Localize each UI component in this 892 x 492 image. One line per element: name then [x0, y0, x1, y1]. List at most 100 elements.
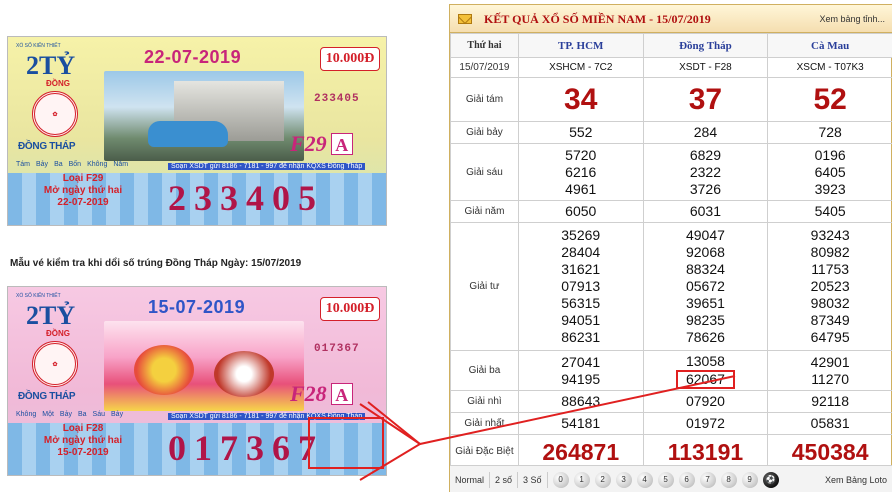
prize-number: 5720 [565, 146, 597, 163]
prize-number: 93243 [810, 227, 850, 243]
digit-ball-6[interactable]: 6 [678, 471, 695, 488]
ticket-type: Loại F29 Mở ngày thứ hai 22-07-2019 [43, 173, 123, 208]
tab-2-so[interactable]: 2 số [490, 471, 519, 488]
digit-ball-4[interactable]: 4 [636, 471, 653, 488]
prize-number: 39651 [685, 295, 725, 311]
digit-ball-9[interactable]: 9 [741, 471, 758, 488]
prize-number: 2322 [689, 163, 722, 180]
results-table: Thứ hai TP. HCM Đồng Tháp Cà Mau 15/07/2… [450, 33, 892, 469]
province-link-ca-mau[interactable]: Cà Mau [767, 33, 892, 58]
prize-number: 3726 [689, 180, 722, 197]
digit-ball-2[interactable]: 2 [594, 471, 611, 488]
digit-ball-8[interactable]: 8 [720, 471, 737, 488]
tab-3-so[interactable]: 3 Số [518, 471, 548, 488]
ticket-logo: XỔ SỐ KIẾN THIẾT 2TỶ ĐỒNG ✿ ĐỒNG THÁP [12, 291, 98, 402]
prize-number: 64795 [810, 329, 850, 345]
prize-number: 92068 [685, 244, 725, 260]
logo-dong: ĐỒNG [46, 329, 70, 338]
day-label: Thứ hai [450, 33, 519, 58]
prize-number: 284 [693, 124, 718, 140]
lottery-ticket-image-2: XỔ SỐ KIẾN THIẾT 2TỶ ĐỒNG ✿ ĐỒNG THÁP 15… [7, 286, 387, 476]
prize-number: 78626 [685, 329, 725, 345]
seal-icon: ✿ [32, 341, 78, 387]
prize-number: 4961 [565, 180, 597, 197]
ticket-code: F29 A [290, 131, 353, 157]
prize-number: 98235 [685, 312, 725, 328]
ticket-date: 15-07-2019 [148, 297, 246, 317]
digit-ball-7[interactable]: 7 [699, 471, 716, 488]
prize-number: 01972 [685, 415, 725, 431]
ticket-province: ĐỒNG THÁP [18, 391, 76, 402]
prize-number: 34 [564, 82, 598, 116]
prize-number: 52 [813, 82, 847, 116]
draw-date: 15/07/2019 [450, 57, 519, 78]
ticket-date: 22-07-2019 [144, 47, 242, 67]
view-loto-link[interactable]: Xem Bảng Loto [825, 475, 892, 485]
prize-number: 6405 [814, 163, 846, 180]
prize-number: 88324 [685, 261, 725, 277]
view-province-link[interactable]: Xem bảng tỉnh... [819, 14, 885, 24]
prize-label: Giải ba [450, 350, 519, 391]
prize-number: 88643 [561, 393, 601, 409]
prize-number: 07913 [561, 278, 601, 294]
logo-dong: ĐỒNG [46, 79, 70, 88]
logo-2ty: 2TỶ [26, 301, 76, 330]
seal-icon: ✿ [32, 91, 78, 137]
results-title: KẾT QUẢ XỔ SỐ MIỀN NAM - 15/07/2019 [484, 12, 711, 26]
ticket-caption: Mẫu vé kiểm tra khi dổi số trúng Đồng Th… [10, 258, 302, 269]
prize-number: 05831 [810, 415, 850, 431]
logo-2ty: 2TỶ [26, 51, 76, 80]
ticket-serial-small: 233405 [314, 93, 360, 105]
prize-label: Giải nhì [450, 390, 519, 413]
prize-number: 54181 [561, 415, 601, 431]
province-link-hcm[interactable]: TP. HCM [517, 33, 644, 58]
ticket-serial-small: 017367 [314, 343, 360, 355]
prize-number: 552 [569, 124, 593, 140]
prize-number: 11753 [811, 261, 850, 277]
ticket-number: 233405 [168, 178, 324, 218]
results-header: KẾT QUẢ XỔ SỐ MIỀN NAM - 15/07/2019 Xem … [450, 5, 892, 33]
prize-number: 42901 [810, 353, 850, 370]
ticket-number: 017367 [168, 428, 324, 468]
digit-ball-1[interactable]: 1 [573, 471, 590, 488]
prize-label: Giải sáu [450, 143, 519, 201]
ticket-price: 10.000Đ [320, 47, 380, 71]
prize-label: Giải năm [450, 200, 519, 223]
prize-label: Giải bảy [450, 121, 519, 144]
tab-normal[interactable]: Normal [450, 471, 491, 488]
special-prize-number: 113191 [667, 438, 744, 465]
prize-number: 80982 [810, 244, 850, 260]
ticket-code: F28 A [290, 381, 353, 407]
special-prize-number: 264871 [542, 438, 620, 465]
prize-number: 0196 [814, 146, 846, 163]
draw-code: XSDT - F28 [642, 57, 769, 78]
prize-number: 6050 [565, 203, 597, 219]
soccer-ball-icon[interactable]: ⚽ [762, 471, 779, 488]
special-prize-number: 450384 [791, 438, 869, 465]
digit-ball-3[interactable]: 3 [615, 471, 632, 488]
prize-number: 92118 [811, 393, 850, 409]
ticket-contact: Soạn XSDT gửi 8186 - 7181 - 997 để nhận … [168, 163, 366, 170]
draw-code: XSCM - T07K3 [767, 57, 892, 78]
prize-number: 728 [818, 124, 842, 140]
highlighted-prize-number: 62067 [675, 369, 735, 389]
prize-number: 05672 [685, 278, 725, 294]
ticket-picture [104, 321, 304, 411]
prize-number: 94051 [561, 312, 601, 328]
digit-ball-5[interactable]: 5 [657, 471, 674, 488]
province-link-dong-thap[interactable]: Đồng Tháp [642, 33, 769, 58]
prize-label: Giải nhất [450, 412, 519, 435]
ticket-highlight-box [308, 417, 384, 469]
prize-number: 56315 [561, 295, 601, 311]
prize-number: 37 [688, 82, 723, 116]
prize-number: 20523 [810, 278, 850, 294]
prize-number: 27041 [561, 353, 601, 370]
prize-number: 35269 [561, 227, 601, 243]
digit-ball-0[interactable]: 0 [552, 471, 569, 488]
prize-number: 6031 [689, 203, 722, 219]
ticket-logo: XỔ SỐ KIẾN THIẾT 2TỶ ĐỒNG ✿ ĐỒNG THÁP [12, 41, 98, 152]
mail-icon [458, 14, 472, 24]
ticket-type: Loại F28 Mở ngày thứ hai 15-07-2019 [43, 423, 123, 458]
prize-label: Giải tư [450, 222, 519, 351]
ticket-picture [104, 71, 304, 161]
